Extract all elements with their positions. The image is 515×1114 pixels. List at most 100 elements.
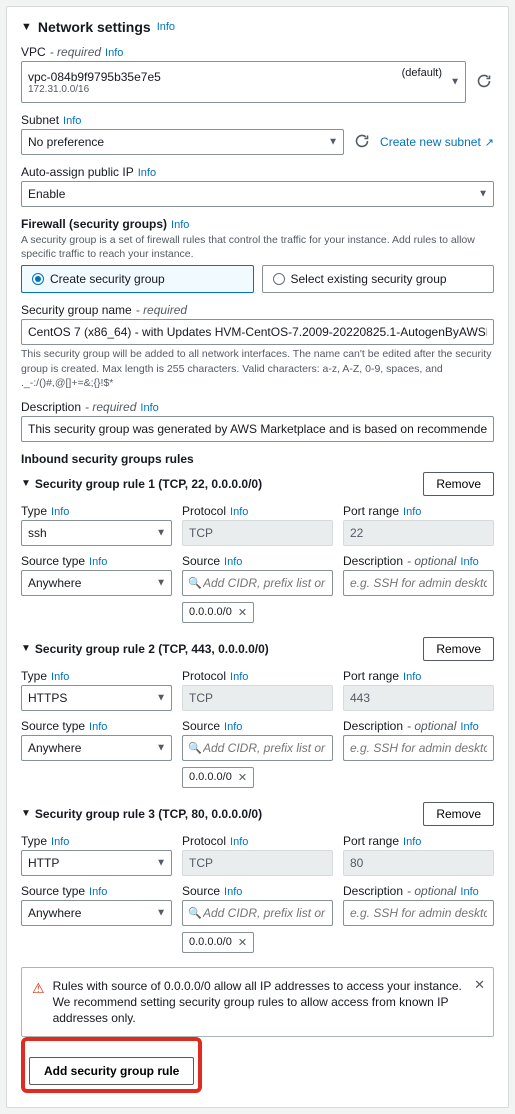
port-info-link[interactable]: Info: [403, 506, 421, 518]
radio-dot-icon: [273, 273, 285, 285]
vpc-value: vpc-084b9f9795b35e7e5: [28, 70, 439, 84]
radio-create-sg[interactable]: Create security group: [21, 265, 254, 293]
type-info-link[interactable]: Info: [51, 836, 69, 848]
port-label: Port range: [343, 669, 399, 683]
subnet-info-link[interactable]: Info: [63, 115, 81, 127]
srctype-info-link[interactable]: Info: [89, 721, 107, 733]
desc-info-link[interactable]: Info: [460, 886, 478, 898]
rule-description-input[interactable]: [343, 570, 494, 596]
panel-info-link[interactable]: Info: [157, 21, 175, 33]
sg-desc-input[interactable]: [21, 416, 494, 442]
warning-close-button[interactable]: ✕: [474, 976, 485, 994]
remove-rule-button[interactable]: Remove: [423, 637, 494, 661]
sg-desc-field: Description - required Info: [21, 400, 494, 442]
protocol-label: Protocol: [182, 504, 226, 518]
source-type-label: Source type: [21, 884, 85, 898]
inbound-rules-header: Inbound security groups rules: [21, 452, 494, 466]
warning-text: Rules with source of 0.0.0.0/0 allow all…: [53, 978, 465, 1027]
rule-protocol: TCP: [182, 685, 333, 711]
protocol-label: Protocol: [182, 834, 226, 848]
sg-name-input[interactable]: [21, 319, 494, 345]
autoip-info-link[interactable]: Info: [138, 167, 156, 179]
search-icon: 🔍: [188, 906, 202, 919]
srctype-info-link[interactable]: Info: [89, 556, 107, 568]
rule-title: Security group rule 1 (TCP, 22, 0.0.0.0/…: [35, 477, 262, 491]
refresh-icon: [476, 73, 492, 89]
remove-rule-button[interactable]: Remove: [423, 802, 494, 826]
vpc-required: - required: [50, 45, 101, 59]
source-info-link[interactable]: Info: [224, 721, 242, 733]
external-link-icon: ↗: [485, 136, 494, 149]
desc-label: Description: [343, 554, 403, 568]
port-info-link[interactable]: Info: [403, 671, 421, 683]
source-label: Source: [182, 719, 220, 733]
type-label: Type: [21, 834, 47, 848]
collapse-caret-icon[interactable]: ▼: [21, 808, 31, 819]
vpc-refresh-button[interactable]: [474, 71, 494, 94]
create-subnet-link[interactable]: Create new subnet ↗: [380, 135, 494, 149]
rule-type-select[interactable]: HTTP: [21, 850, 172, 876]
type-label: Type: [21, 669, 47, 683]
rule-type-select[interactable]: HTTPS: [21, 685, 172, 711]
rule-source-input[interactable]: [182, 570, 333, 596]
port-info-link[interactable]: Info: [403, 836, 421, 848]
autoip-label: Auto-assign public IP: [21, 165, 134, 179]
collapse-caret-icon[interactable]: ▼: [21, 643, 31, 654]
add-security-group-rule-button[interactable]: Add security group rule: [29, 1057, 194, 1085]
type-info-link[interactable]: Info: [51, 671, 69, 683]
refresh-icon: [354, 133, 370, 149]
firewall-field: Firewall (security groups) Info A securi…: [21, 217, 494, 293]
remove-tag-button[interactable]: ✕: [238, 936, 247, 949]
rule-source-type-select[interactable]: Anywhere: [21, 570, 172, 596]
protocol-info-link[interactable]: Info: [230, 836, 248, 848]
source-label: Source: [182, 884, 220, 898]
remove-tag-button[interactable]: ✕: [238, 771, 247, 784]
rule-protocol: TCP: [182, 850, 333, 876]
firewall-label: Firewall (security groups): [21, 217, 167, 231]
protocol-info-link[interactable]: Info: [230, 671, 248, 683]
sg-name-help: This security group will be added to all…: [21, 347, 494, 390]
source-type-label: Source type: [21, 719, 85, 733]
desc-info-link[interactable]: Info: [460, 556, 478, 568]
warning-triangle-icon: ⚠: [32, 979, 45, 1027]
desc-info-link[interactable]: Info: [460, 721, 478, 733]
type-info-link[interactable]: Info: [51, 506, 69, 518]
collapse-caret-icon[interactable]: ▼: [21, 478, 31, 489]
open-cidr-warning: ⚠ Rules with source of 0.0.0.0/0 allow a…: [21, 967, 494, 1038]
remove-rule-button[interactable]: Remove: [423, 472, 494, 496]
firewall-info-link[interactable]: Info: [171, 219, 189, 231]
source-cidr-tag: 0.0.0.0/0 ✕: [182, 932, 254, 953]
vpc-field: VPC - required Info vpc-084b9f9795b35e7e…: [21, 45, 494, 103]
rule-source-type-select[interactable]: Anywhere: [21, 900, 172, 926]
rule-title: Security group rule 3 (TCP, 80, 0.0.0.0/…: [35, 807, 262, 821]
autoip-select[interactable]: Enable: [21, 181, 494, 207]
source-info-link[interactable]: Info: [224, 556, 242, 568]
rule-port: 80: [343, 850, 494, 876]
source-cidr-tag: 0.0.0.0/0 ✕: [182, 602, 254, 623]
panel-title: Network settings: [38, 19, 151, 35]
security-group-rule: ▼ Security group rule 1 (TCP, 22, 0.0.0.…: [21, 472, 494, 623]
desc-label: Description: [343, 719, 403, 733]
source-info-link[interactable]: Info: [224, 886, 242, 898]
vpc-info-link[interactable]: Info: [105, 47, 123, 59]
collapse-caret-icon[interactable]: ▼: [21, 21, 32, 33]
rule-type-select[interactable]: ssh: [21, 520, 172, 546]
protocol-info-link[interactable]: Info: [230, 506, 248, 518]
radio-select-sg[interactable]: Select existing security group: [262, 265, 495, 293]
rule-source-input[interactable]: [182, 900, 333, 926]
rule-description-input[interactable]: [343, 900, 494, 926]
subnet-select[interactable]: No preference: [21, 129, 344, 155]
rule-description-input[interactable]: [343, 735, 494, 761]
remove-tag-button[interactable]: ✕: [238, 606, 247, 619]
sg-name-label: Security group name: [21, 303, 132, 317]
sg-desc-info-link[interactable]: Info: [140, 402, 158, 414]
rule-source-type-select[interactable]: Anywhere: [21, 735, 172, 761]
sg-name-field: Security group name - required This secu…: [21, 303, 494, 390]
subnet-refresh-button[interactable]: [352, 131, 372, 154]
srctype-info-link[interactable]: Info: [89, 886, 107, 898]
desc-label: Description: [343, 884, 403, 898]
rule-port: 443: [343, 685, 494, 711]
rule-source-input[interactable]: [182, 735, 333, 761]
vpc-select[interactable]: vpc-084b9f9795b35e7e5 172.31.0.0/16 (def…: [21, 61, 466, 103]
vpc-label: VPC: [21, 45, 46, 59]
